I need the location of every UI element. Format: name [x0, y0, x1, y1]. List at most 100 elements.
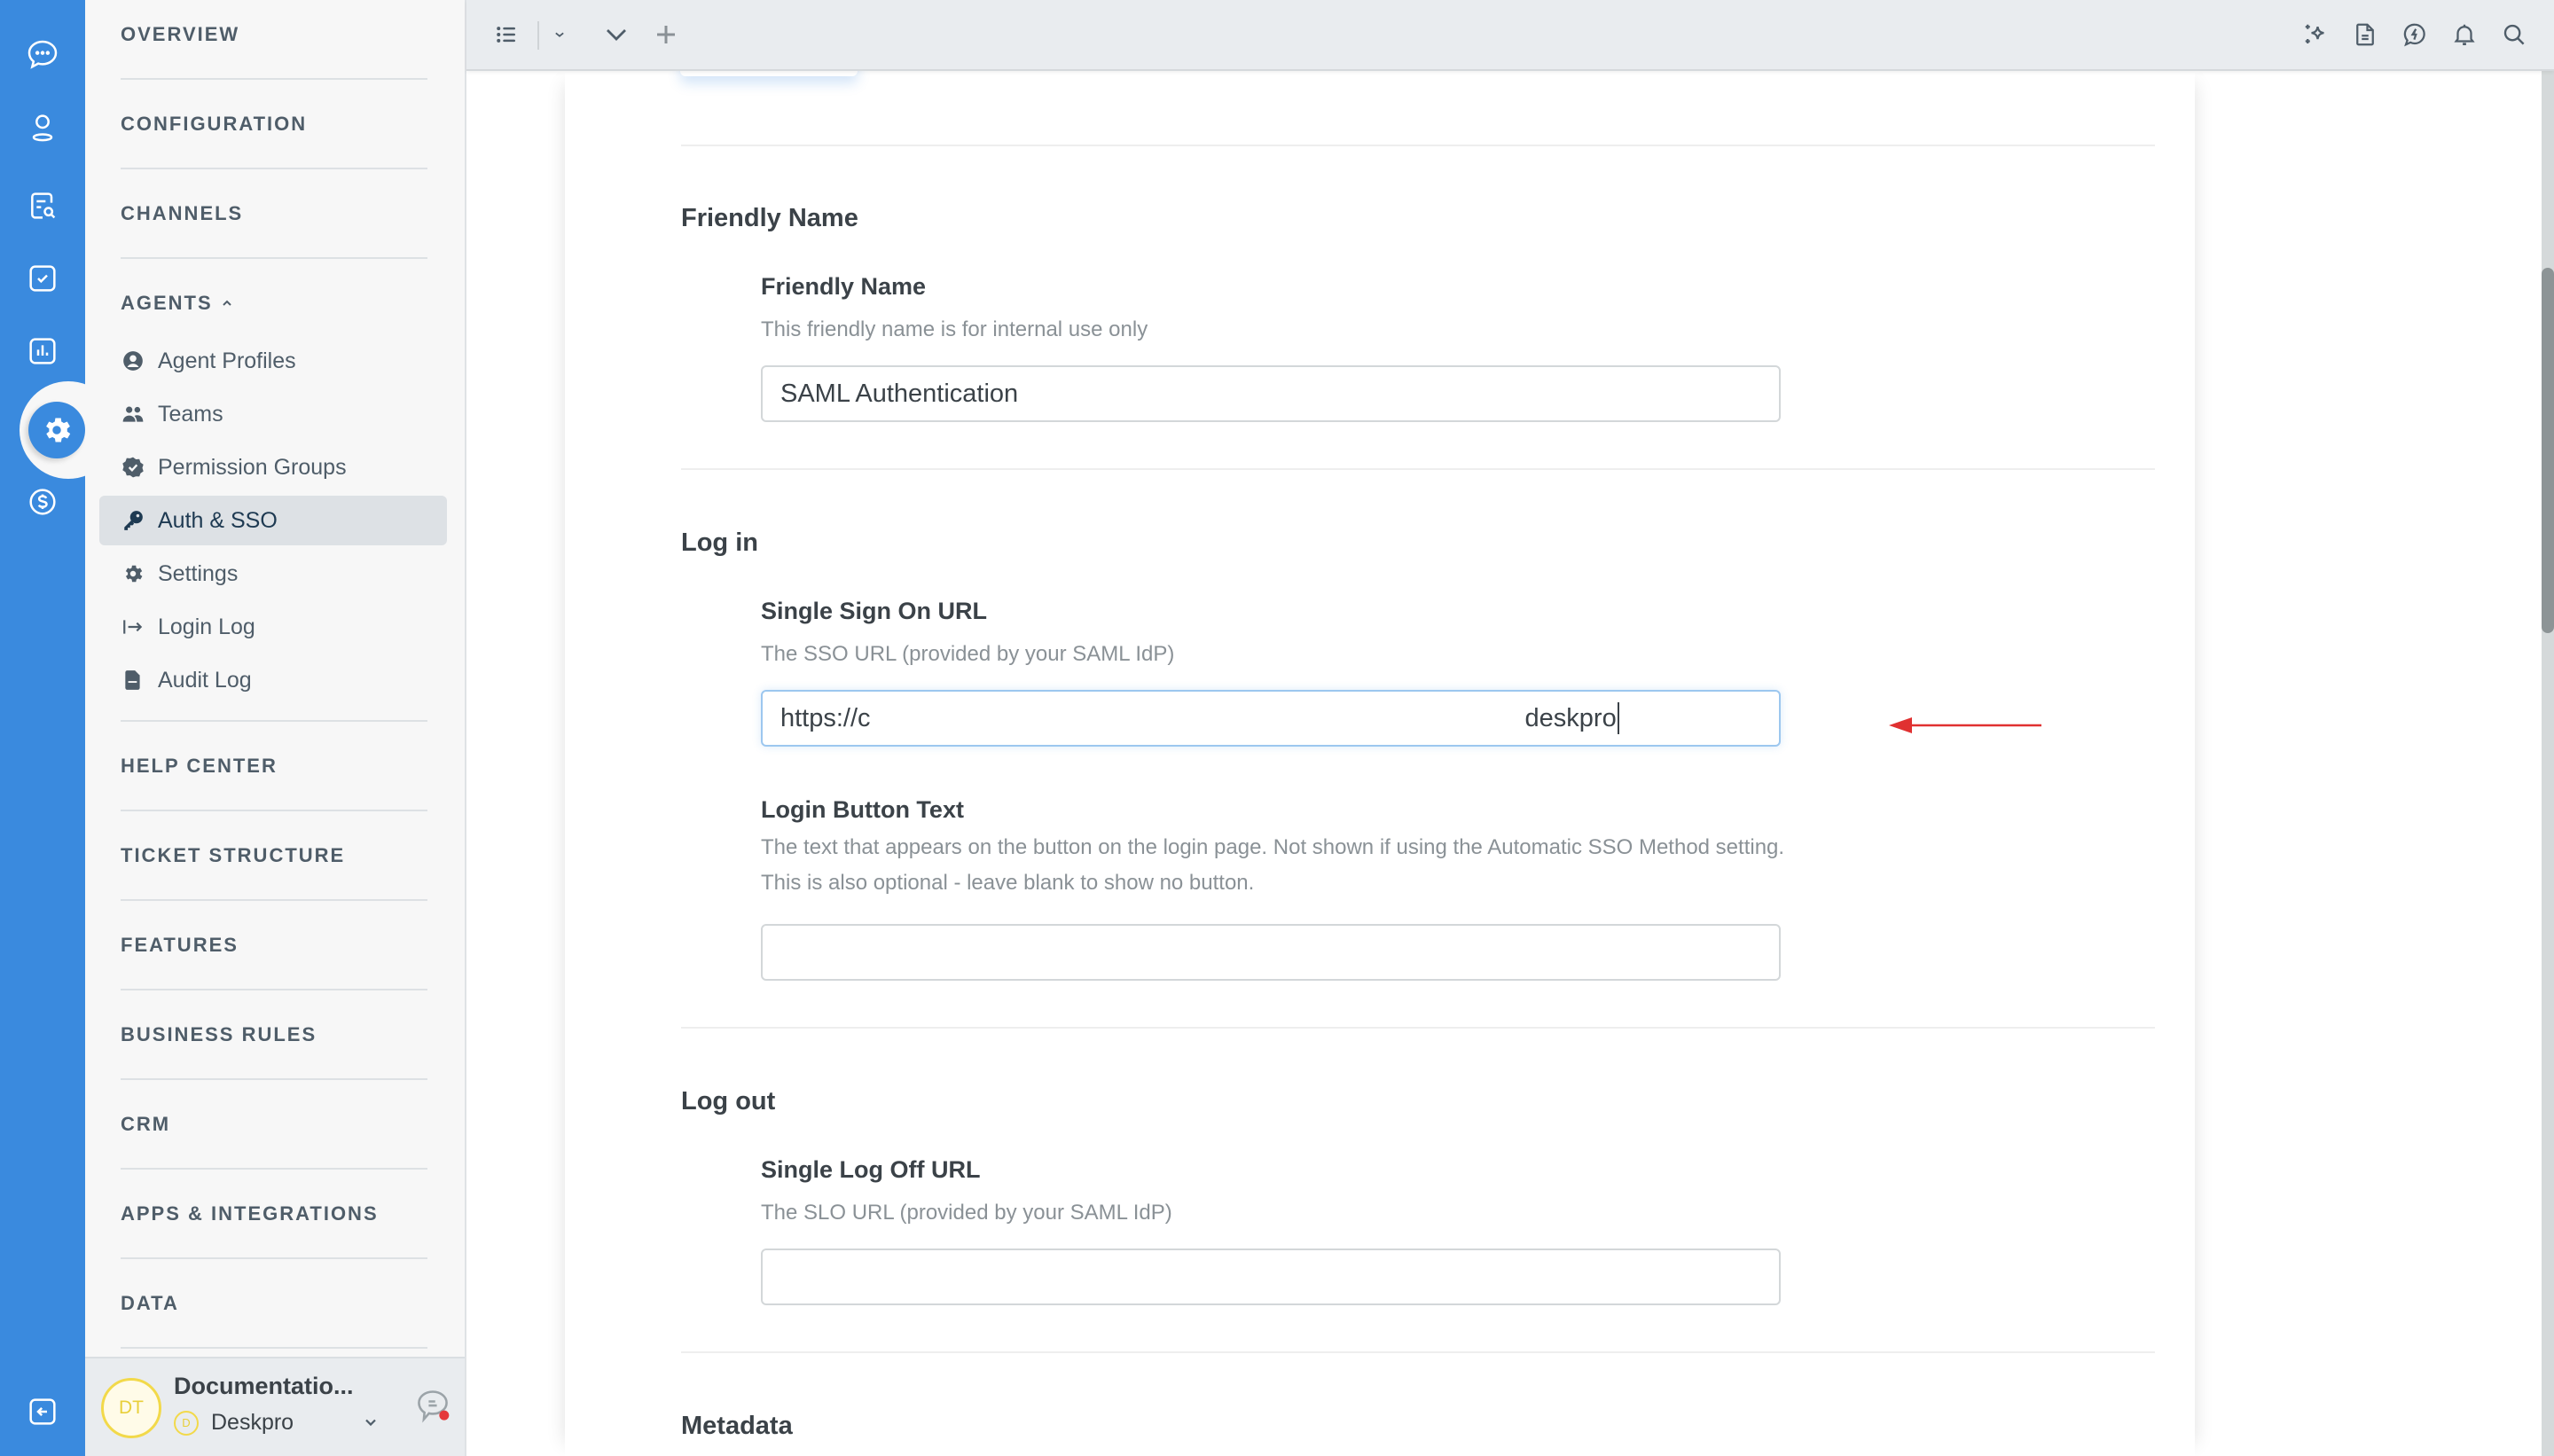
nav-item-permission-groups[interactable]: Permission Groups	[99, 442, 447, 492]
nav-item-label: Audit Log	[158, 667, 252, 693]
user-name: Documentatio...	[174, 1373, 354, 1399]
nav-divider	[121, 810, 427, 811]
nav-item-agent-profiles[interactable]: Agent Profiles	[99, 336, 447, 386]
nav-section-ticket-structure[interactable]: TICKET STRUCTURE	[121, 844, 345, 867]
sso-url-prefix: https://c	[780, 703, 871, 732]
plus-icon[interactable]	[651, 20, 681, 50]
nav-divider	[121, 989, 427, 990]
nav-item-auth-sso[interactable]: Auth & SSO	[99, 496, 447, 545]
settings-gear-icon[interactable]	[28, 402, 85, 458]
partial-button[interactable]	[680, 71, 858, 76]
org-badge: D	[174, 1410, 199, 1436]
nav-item-audit-log[interactable]: Audit Log	[99, 655, 447, 705]
redacted-region	[871, 690, 1525, 747]
key-icon	[121, 508, 145, 533]
nav-section-agents[interactable]: AGENTS	[121, 292, 234, 315]
field-description: The text that appears on the button on t…	[761, 835, 1785, 895]
document-icon[interactable]	[2350, 20, 2380, 50]
main-scrollbar[interactable]	[2542, 71, 2554, 1456]
nav-divider	[121, 1168, 427, 1170]
nav-section-agents-label: AGENTS	[121, 292, 213, 314]
chevron-down-icon[interactable]	[601, 20, 631, 50]
nav-section-business-rules[interactable]: BUSINESS RULES	[121, 1023, 317, 1046]
nav-section-configuration[interactable]: CONFIGURATION	[121, 113, 307, 136]
reports-chart-icon[interactable]	[21, 330, 64, 372]
section-title-log-out: Log out	[681, 1087, 776, 1115]
field-label-slo-url: Single Log Off URL	[761, 1156, 981, 1183]
section-title-friendly-name: Friendly Name	[681, 204, 858, 232]
nav-divider	[121, 78, 427, 80]
nav-item-label: Auth & SSO	[158, 507, 278, 533]
section-title-metadata: Metadata	[681, 1412, 793, 1440]
nav-item-teams[interactable]: Teams	[99, 389, 447, 439]
user-icon[interactable]	[21, 106, 64, 149]
toolbar-divider	[537, 21, 539, 50]
nav-divider	[121, 1347, 427, 1349]
field-label-sso-url: Single Sign On URL	[761, 598, 987, 624]
user-footer[interactable]: DT Documentatio... D Deskpro	[85, 1357, 465, 1456]
nav-divider	[121, 168, 427, 169]
main-content: Friendly Name Friendly Name This friendl…	[466, 71, 2542, 1456]
search-document-icon[interactable]	[21, 184, 64, 227]
friendly-name-input[interactable]	[761, 365, 1781, 422]
list-icon[interactable]	[491, 20, 521, 50]
org-switcher[interactable]: D Deskpro	[174, 1410, 294, 1436]
section-divider	[681, 145, 2155, 146]
login-arrow-icon	[121, 614, 145, 639]
nav-item-label: Login Log	[158, 614, 255, 639]
nav-divider	[121, 1078, 427, 1080]
billing-dollar-icon[interactable]	[21, 481, 64, 523]
chevron-down-icon[interactable]	[362, 1413, 380, 1431]
task-check-icon[interactable]	[21, 257, 64, 300]
saml-settings-form: Friendly Name Friendly Name This friendl…	[565, 71, 2195, 1456]
annotation-arrow-icon	[1889, 717, 2041, 733]
lightning-chat-icon[interactable]	[2400, 20, 2430, 50]
section-title-log-in: Log in	[681, 528, 758, 557]
nav-item-label: Teams	[158, 401, 223, 427]
back-arrow-icon[interactable]	[21, 1390, 64, 1433]
nav-section-apps-integrations[interactable]: APPS & INTEGRATIONS	[121, 1202, 379, 1225]
chevron-up-icon	[222, 300, 231, 306]
nav-item-label: Agent Profiles	[158, 348, 296, 373]
nav-section-help-center[interactable]: HELP CENTER	[121, 755, 278, 778]
section-divider	[681, 1027, 2155, 1029]
chat-icon[interactable]	[21, 34, 64, 76]
nav-section-crm[interactable]: CRM	[121, 1113, 170, 1136]
nav-item-settings[interactable]: Settings	[99, 549, 447, 599]
field-description: The SLO URL (provided by your SAML IdP)	[761, 1201, 1172, 1225]
nav-section-channels[interactable]: CHANNELS	[121, 202, 243, 225]
login-button-text-input[interactable]	[761, 924, 1781, 981]
avatar[interactable]: DT	[101, 1378, 161, 1438]
badge-check-icon	[121, 455, 145, 480]
chevron-down-small-icon[interactable]	[544, 20, 575, 50]
nav-divider	[121, 899, 427, 901]
nav-divider	[121, 1257, 427, 1259]
nav-item-label: Permission Groups	[158, 454, 347, 480]
top-toolbar	[466, 0, 2554, 71]
nav-divider	[121, 720, 427, 722]
field-description: This friendly name is for internal use o…	[761, 317, 1148, 341]
nav-section-overview[interactable]: OVERVIEW	[121, 23, 239, 46]
nav-divider	[121, 257, 427, 259]
search-icon[interactable]	[2499, 20, 2529, 50]
nav-item-login-log[interactable]: Login Log	[99, 602, 447, 652]
user-circle-icon	[121, 348, 145, 373]
field-label-friendly-name: Friendly Name	[761, 273, 927, 300]
org-name: Deskpro	[211, 1410, 294, 1435]
bell-icon[interactable]	[2449, 20, 2480, 50]
sso-url-suffix: deskpro	[1524, 703, 1617, 732]
nav-item-label: Settings	[158, 560, 239, 586]
nav-section-features[interactable]: FEATURES	[121, 934, 239, 957]
nav-section-data[interactable]: DATA	[121, 1292, 179, 1315]
sparkle-icon[interactable]	[2300, 20, 2331, 50]
scrollbar-thumb[interactable]	[2542, 268, 2554, 633]
slo-url-input[interactable]	[761, 1249, 1781, 1305]
sso-url-input[interactable]: https://c deskpro	[761, 690, 1781, 747]
users-icon	[121, 402, 145, 427]
section-divider	[681, 468, 2155, 470]
file-icon	[121, 668, 145, 693]
app-icon-rail	[0, 0, 117, 1456]
text-cursor	[1617, 702, 1619, 734]
chat-status-icon[interactable]	[413, 1387, 452, 1426]
field-label-login-button-text: Login Button Text	[761, 796, 964, 823]
